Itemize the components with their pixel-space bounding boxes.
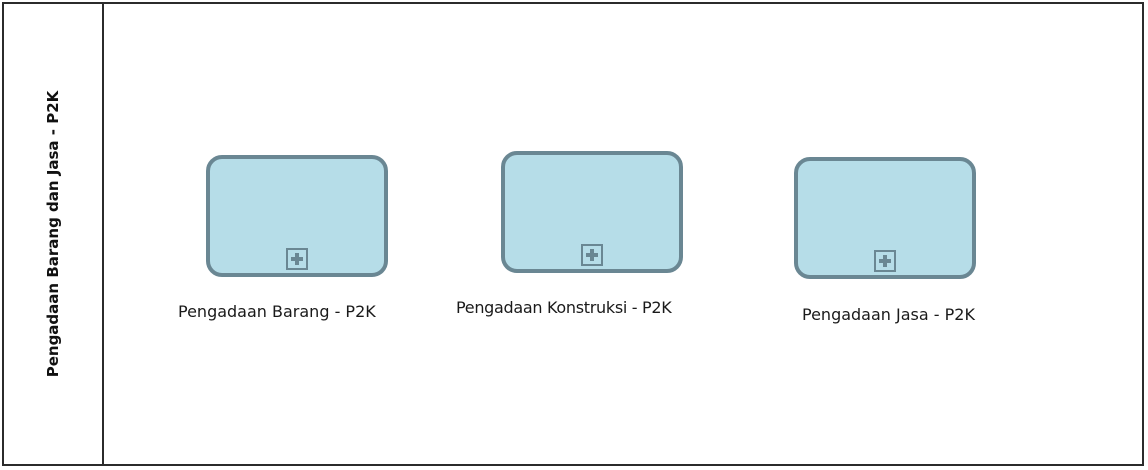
collapsed-subprocess-plus-icon[interactable] [286, 248, 308, 270]
lane-header[interactable]: Pengadaan Barang dan Jasa - P2K [4, 4, 104, 464]
lane-title: Pengadaan Barang dan Jasa - P2K [44, 90, 62, 378]
collapsed-subprocess-plus-icon[interactable] [581, 244, 603, 266]
subprocess-task-pengadaan-barang[interactable] [206, 155, 388, 277]
subprocess-task-pengadaan-jasa[interactable] [794, 157, 976, 279]
task-label-pengadaan-jasa: Pengadaan Jasa - P2K [802, 305, 975, 324]
task-label-pengadaan-barang: Pengadaan Barang - P2K [178, 302, 376, 321]
task-label-pengadaan-konstruksi: Pengadaan Konstruksi - P2K [456, 298, 672, 317]
subprocess-task-pengadaan-konstruksi[interactable] [501, 151, 683, 273]
collapsed-subprocess-plus-icon[interactable] [874, 250, 896, 272]
